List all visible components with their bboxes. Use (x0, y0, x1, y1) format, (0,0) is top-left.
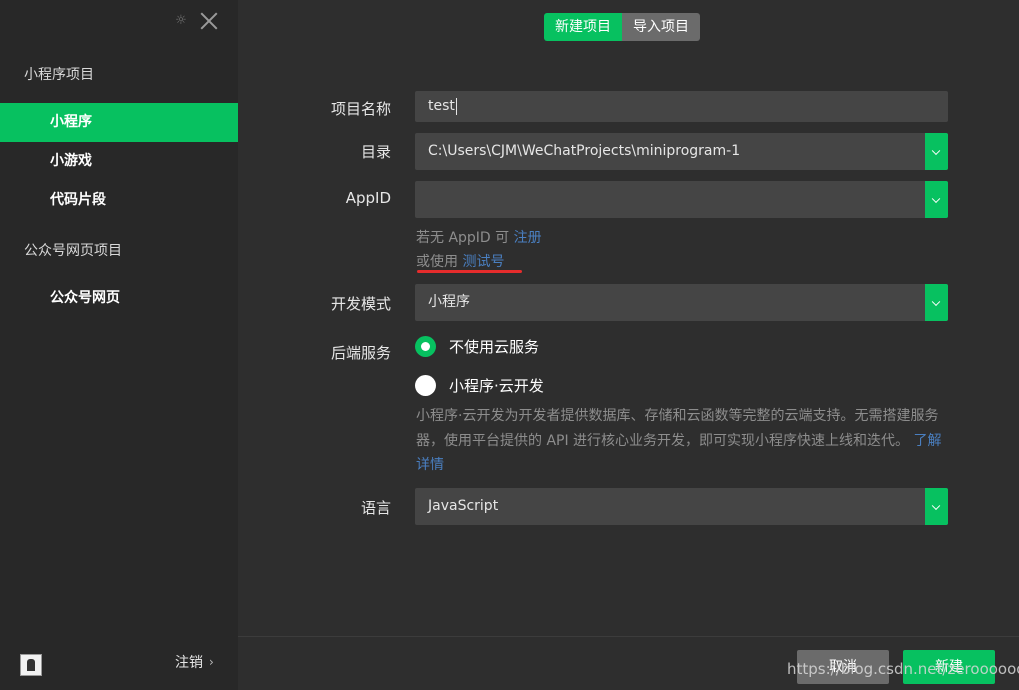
appid-select[interactable] (415, 181, 948, 218)
close-icon[interactable] (198, 10, 220, 32)
tab-new-project[interactable]: 新建项目 (544, 13, 622, 41)
logout-label: 注销 (175, 655, 203, 671)
directory-select[interactable]: C:\Users\CJM\WeChatProjects\miniprogram-… (415, 133, 948, 170)
directory-value: C:\Users\CJM\WeChatProjects\miniprogram-… (428, 143, 741, 159)
chevron-down-icon[interactable] (925, 181, 948, 218)
mini-program-group-title: 小程序项目 (24, 67, 94, 83)
project-name-input[interactable]: test (415, 91, 948, 122)
chevron-down-icon[interactable] (925, 133, 948, 170)
appid-hint-text: 若无 AppID 可 (416, 230, 514, 246)
project-tabs: 新建项目 导入项目 (544, 13, 700, 41)
sidebar-item-official-web[interactable]: 公众号网页 (0, 279, 238, 318)
dev-mode-select[interactable]: 小程序 (415, 284, 948, 321)
red-underline-annotation (417, 270, 522, 273)
radio-checked-icon[interactable] (415, 336, 436, 357)
cloud-description: 小程序·云开发为开发者提供数据库、存储和云函数等完整的云端支持。无需搭建服务器，… (416, 404, 952, 478)
appid-alt-text: 或使用 (416, 254, 463, 270)
project-name-value: test (428, 98, 455, 114)
backend-label: 后端服务 (330, 344, 391, 362)
radio-cloud-dev-label: 小程序·云开发 (449, 377, 544, 395)
language-select[interactable]: JavaScript (415, 488, 948, 525)
project-name-label: 项目名称 (330, 100, 391, 118)
directory-label: 目录 (360, 143, 391, 161)
test-account-link[interactable]: 测试号 (462, 254, 504, 270)
sidebar-item-mini-program[interactable]: 小程序 (0, 103, 238, 142)
radio-no-cloud[interactable]: 不使用云服务 (415, 336, 539, 357)
appid-alt-hint: 或使用 测试号 (416, 251, 504, 271)
tab-import-project[interactable]: 导入项目 (622, 13, 700, 41)
radio-cloud-dev[interactable]: 小程序·云开发 (415, 375, 544, 396)
dev-mode-label: 开发模式 (330, 295, 391, 313)
chevron-right-icon: › (209, 655, 214, 669)
sidebar-item-code-snippet[interactable]: 代码片段 (0, 181, 238, 220)
appid-label: AppID (345, 189, 391, 207)
window-controls: ☼ (174, 10, 220, 32)
bottom-action-bar (238, 636, 1019, 690)
language-label: 语言 (360, 499, 391, 517)
cloud-description-text: 小程序·云开发为开发者提供数据库、存储和云函数等完整的云端支持。无需搭建服务器，… (416, 408, 939, 449)
cancel-button[interactable]: 取消 (797, 650, 889, 684)
register-link[interactable]: 注册 (514, 230, 542, 246)
chevron-down-icon[interactable] (925, 284, 948, 321)
chevron-down-icon[interactable] (925, 488, 948, 525)
settings-icon[interactable]: ☼ (174, 14, 188, 28)
radio-no-cloud-label: 不使用云服务 (449, 338, 540, 356)
text-caret (455, 97, 457, 115)
radio-unchecked-icon[interactable] (415, 375, 436, 396)
official-account-group-title: 公众号网页项目 (24, 243, 122, 259)
sidebar-item-mini-game[interactable]: 小游戏 (0, 142, 238, 181)
create-button[interactable]: 新建 (903, 650, 995, 684)
avatar[interactable] (20, 654, 42, 676)
dev-mode-value: 小程序 (428, 294, 470, 310)
sidebar: ☼ 小程序项目 小程序 小游戏 代码片段 公众号网页项目 公众号网页 (0, 0, 238, 690)
language-value: JavaScript (428, 498, 499, 514)
logout-button[interactable]: 注销 › (175, 652, 214, 672)
appid-hint: 若无 AppID 可 注册 (416, 227, 542, 247)
